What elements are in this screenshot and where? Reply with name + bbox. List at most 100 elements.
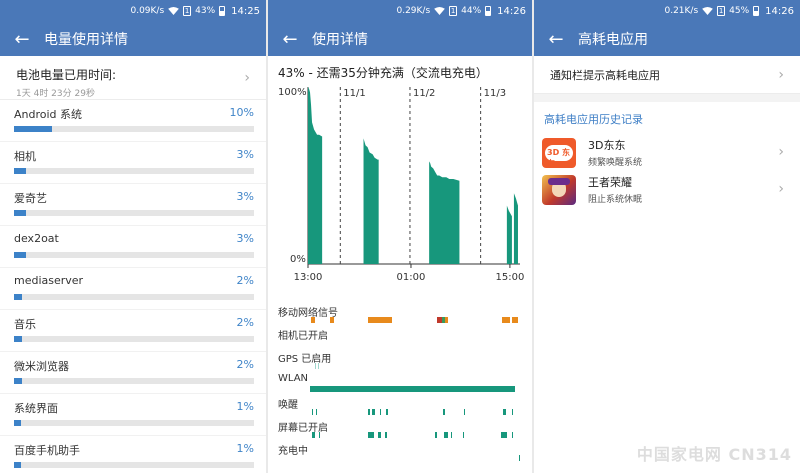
timeline-row: 唤醒 <box>268 396 532 419</box>
section-divider <box>534 94 800 102</box>
app-name: 王者荣耀 <box>588 176 632 189</box>
app-percent: 1% <box>236 442 254 455</box>
app-name: 3D东东 <box>588 139 626 152</box>
battery-usage-screen: 0.09K/s 1 43% 14:25 ← 电量使用详情 电池电量已用时间: 1… <box>0 0 266 473</box>
date-marker-label: 11/1 <box>343 88 365 99</box>
charge-status-text: 43% - 还需35分钟充满（交流电充电） <box>278 66 488 80</box>
back-arrow-icon[interactable]: ← <box>268 22 312 56</box>
status-bar: 0.09K/s 1 43% 14:25 <box>0 0 266 22</box>
app-name: 百度手机助手 <box>14 444 80 457</box>
chevron-right-icon: › <box>244 70 250 86</box>
usage-details-screen: 0.29K/s 1 44% 14:26 ← 使用详情 43% - 还需35分钟充… <box>268 0 532 473</box>
app-percent: 2% <box>236 316 254 329</box>
page-title: 使用详情 <box>312 32 368 48</box>
usage-bar-fill <box>14 252 26 258</box>
timeline-mark <box>435 432 437 438</box>
app-usage-row[interactable]: mediaserver 2% <box>0 268 266 310</box>
usage-bar <box>14 420 254 426</box>
battery-usage-time-row[interactable]: 电池电量已用时间: 1天 4时 23分 29秒 › <box>0 56 266 100</box>
chevron-right-icon: › <box>778 144 784 160</box>
timeline-label: WLAN <box>278 373 309 384</box>
timeline-mark <box>503 409 506 415</box>
app-usage-list: Android 系统 10% 相机 3% 爱奇艺 3% dex2oat 3% mediaserv… <box>0 100 266 473</box>
y-label-bottom: 0% <box>290 254 306 265</box>
timeline-mark <box>464 409 465 415</box>
battery-icon <box>485 6 492 16</box>
network-speed: 0.21K/s <box>664 6 699 16</box>
app-name: Android 系统 <box>14 108 83 121</box>
usage-bar-fill <box>14 210 26 216</box>
drain-app-honor-of-kings[interactable]: 王者荣耀 阻止系统休眠 › <box>534 171 800 208</box>
wifi-icon <box>702 7 713 15</box>
usage-bar-fill <box>14 462 22 468</box>
battery-history-chart: 100% 0% 11/1 11/2 11/3 13:00 01:00 15:00 <box>268 84 532 304</box>
timeline-row: 相机已开启 <box>268 327 532 350</box>
usage-bar <box>14 252 254 258</box>
usage-bar-fill <box>14 336 22 342</box>
app-drain-reason: 阻止系统休眠 <box>588 195 643 205</box>
drain-app-3d-dongdong[interactable]: 3D 东东 3D东东 频繁唤醒系统 › <box>534 134 800 171</box>
app-usage-row[interactable]: 百度手机助手 1% <box>0 436 266 473</box>
network-speed: 0.09K/s <box>130 6 165 16</box>
x-tick-label: 13:00 <box>294 272 323 283</box>
app-usage-row[interactable]: Android 系统 10% <box>0 100 266 142</box>
page-title: 高耗电应用 <box>578 32 648 48</box>
timeline-track <box>519 455 520 461</box>
wifi-icon <box>168 7 179 15</box>
notify-high-drain-label: 通知栏提示高耗电应用 <box>550 68 660 82</box>
app-usage-row[interactable]: 音乐 2% <box>0 310 266 352</box>
high-drain-apps-screen: 0.21K/s 1 45% 14:26 ← 高耗电应用 通知栏提示高耗电应用 ›… <box>534 0 800 473</box>
back-arrow-icon[interactable]: ← <box>534 22 578 56</box>
app-bar: ← 使用详情 <box>268 22 532 56</box>
timeline-row: GPS 已启用 <box>268 350 532 373</box>
timeline-mark <box>312 432 315 438</box>
battery-chart-svg: 100% 0% 11/1 11/2 11/3 13:00 01:00 15:00 <box>278 87 524 283</box>
timeline-mark <box>519 455 520 461</box>
timeline-mark <box>512 409 513 415</box>
timeline-mark <box>330 317 334 323</box>
timeline-row: 充电中 <box>268 442 532 465</box>
timeline-mark <box>386 409 388 415</box>
app-percent: 10% <box>229 106 254 119</box>
app-usage-row[interactable]: 爱奇艺 3% <box>0 184 266 226</box>
timeline-track <box>311 317 518 323</box>
app-usage-row[interactable]: 系统界面 1% <box>0 394 266 436</box>
app-name: 爱奇艺 <box>14 192 47 205</box>
timeline-row: 屏幕已开启 <box>268 419 532 442</box>
timeline-mark <box>378 432 381 438</box>
timeline-track <box>315 363 319 369</box>
event-timelines: 移动网络信号 相机已开启 GPS 已启用 WLAN 唤醒 屏幕已开启 充电中 <box>268 304 532 465</box>
app-usage-row[interactable]: dex2oat 3% <box>0 226 266 268</box>
app-percent: 3% <box>236 232 254 245</box>
app-name: 音乐 <box>14 318 36 331</box>
watermark: 中国家电网 CN314 <box>636 445 792 464</box>
timeline-mark <box>442 317 445 323</box>
battery-level-area <box>308 87 323 264</box>
battery-icon <box>219 6 226 16</box>
timeline-mark <box>319 432 320 438</box>
usage-bar-fill <box>14 126 53 132</box>
timeline-mark <box>445 317 448 323</box>
timeline-mark <box>444 432 448 438</box>
page-title: 电量使用详情 <box>44 32 128 48</box>
timeline-row: WLAN <box>268 373 532 396</box>
timeline-mark <box>512 432 513 438</box>
app-usage-row[interactable]: 微米浏览器 2% <box>0 352 266 394</box>
network-speed: 0.29K/s <box>396 6 431 16</box>
usage-bar-fill <box>14 168 26 174</box>
usage-bar <box>14 168 254 174</box>
timeline-mark <box>463 432 464 438</box>
timeline-mark <box>443 409 445 415</box>
status-bar: 0.29K/s 1 44% 14:26 <box>268 0 532 22</box>
app-usage-row[interactable]: 相机 3% <box>0 142 266 184</box>
notify-high-drain-row[interactable]: 通知栏提示高耗电应用 › <box>534 56 800 94</box>
back-arrow-icon[interactable]: ← <box>0 22 44 56</box>
x-tick-label: 15:00 <box>495 272 524 283</box>
usage-bar <box>14 294 254 300</box>
timeline-mark <box>385 432 387 438</box>
usage-bar-fill <box>14 378 22 384</box>
timeline-mark <box>368 432 374 438</box>
battery-level-area <box>506 205 512 264</box>
chevron-right-icon: › <box>778 67 784 83</box>
timeline-mark <box>311 317 315 323</box>
